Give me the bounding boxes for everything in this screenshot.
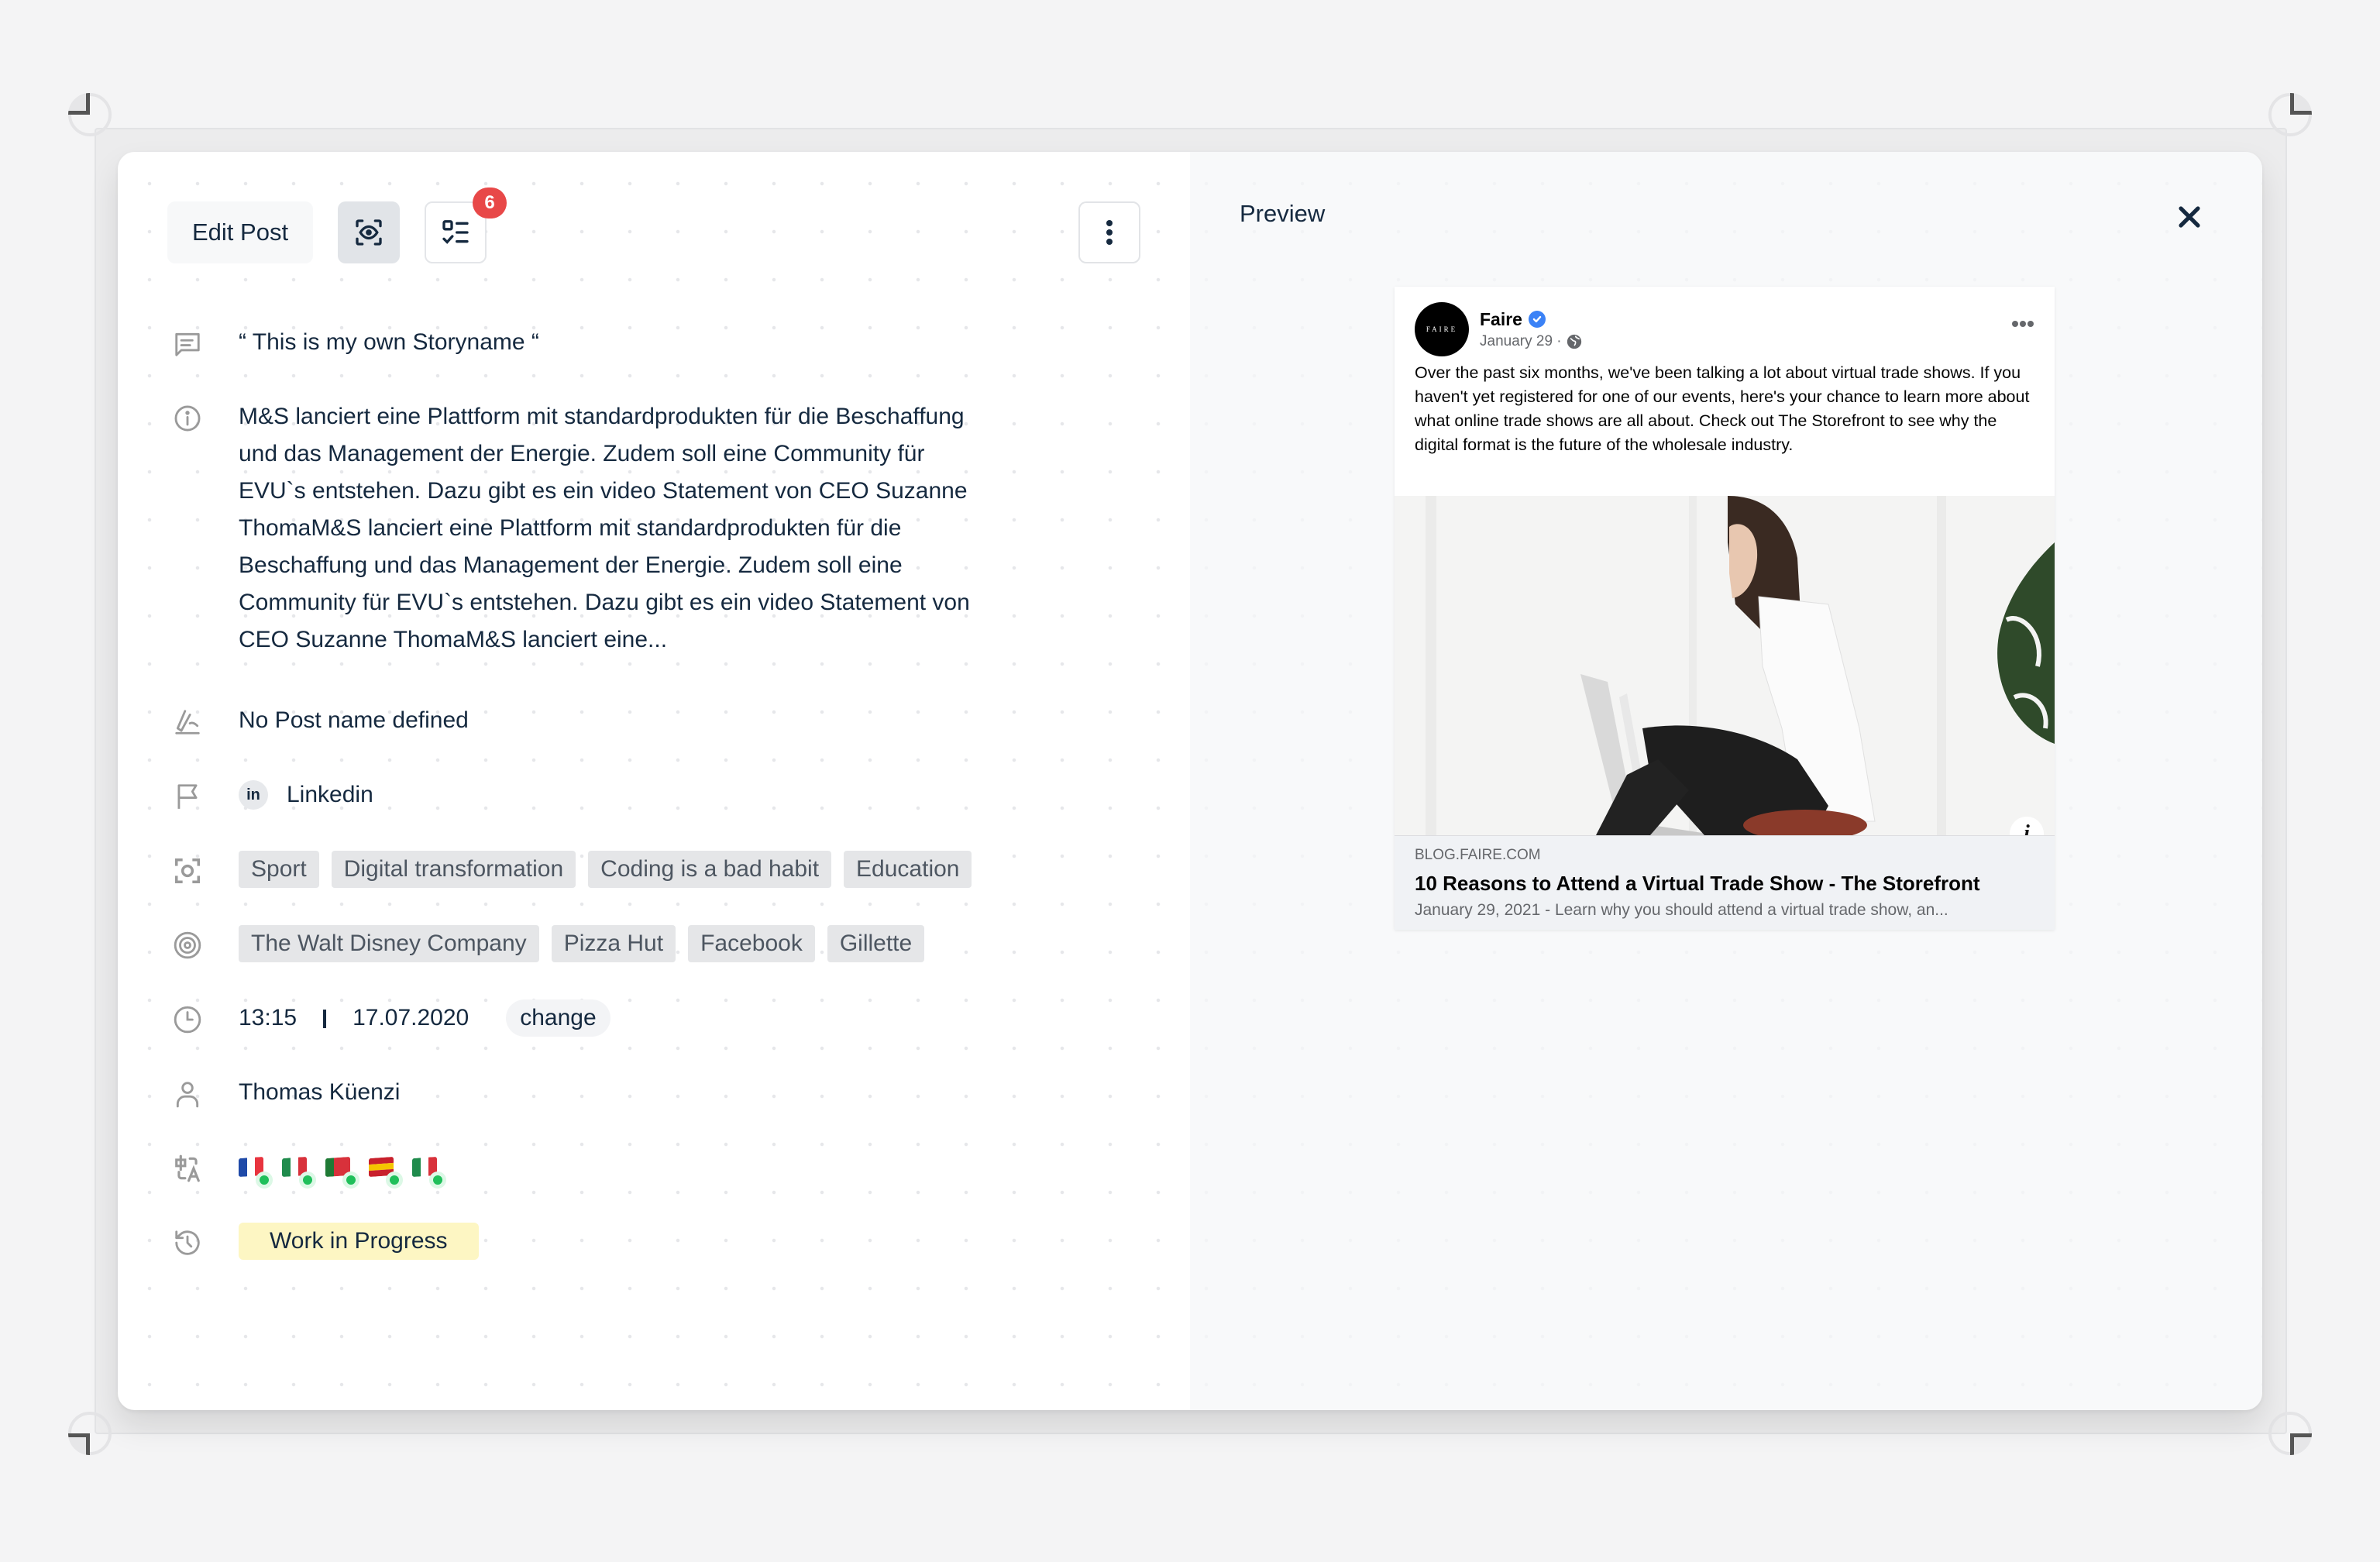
target-tags: The Walt Disney Company Pizza Hut Facebo…: [239, 925, 937, 962]
post-description: M&S lanciert eine Plattform mit standard…: [239, 404, 970, 652]
status-dot-icon: [256, 1172, 273, 1189]
globe-icon: [1567, 334, 1581, 349]
target-tag[interactable]: Pizza Hut: [551, 925, 676, 962]
focus-icon: [167, 851, 208, 891]
languages-row: [167, 1148, 456, 1189]
schedule-time: 13:15: [239, 1005, 298, 1030]
close-button[interactable]: [2172, 200, 2206, 234]
author-name: Thomas Küenzi: [239, 1079, 401, 1105]
description-row: M&S lanciert eine Plattform mit standard…: [167, 398, 982, 659]
language-flag-fr[interactable]: [239, 1156, 273, 1189]
author-row: Thomas Küenzi: [167, 1074, 400, 1114]
preview-pane: Preview FAIRE Faire January 29 · Over th…: [1190, 152, 2262, 1410]
target-icon: [167, 925, 208, 965]
horizontal-dots-icon: [2012, 321, 2034, 327]
post-name: No Post name defined: [239, 707, 469, 733]
topic-tags: Sport Digital transformation Coding is a…: [239, 851, 984, 888]
status-dot-icon: [299, 1172, 316, 1189]
woman-with-laptop-image: [1395, 496, 2055, 835]
facebook-post-preview: FAIRE Faire January 29 · Over the past s…: [1395, 287, 2055, 930]
status-row: Work in Progress: [167, 1223, 479, 1263]
checklist-count-badge: 6: [473, 188, 507, 218]
resize-handle-bottom-right[interactable]: [2268, 1412, 2312, 1455]
targets-row: The Walt Disney Company Pizza Hut Facebo…: [167, 925, 937, 965]
link-title: 10 Reasons to Attend a Virtual Trade Sho…: [1415, 872, 1980, 895]
close-icon: [2179, 206, 2200, 228]
post-options-button[interactable]: [2011, 318, 2034, 332]
history-icon: [167, 1223, 208, 1263]
story-name: “ This is my own Storyname “: [239, 329, 539, 355]
separator: [323, 1010, 327, 1029]
toolbar: Edit Post 6: [167, 188, 507, 263]
post-image: [1395, 496, 2055, 835]
checklist-button[interactable]: 6: [425, 188, 507, 263]
page-name-text: Faire: [1480, 308, 1522, 329]
status-dot-icon: [342, 1172, 359, 1189]
topic-tag[interactable]: Sport: [239, 851, 319, 888]
target-tag[interactable]: Facebook: [688, 925, 815, 962]
clock-icon: [167, 999, 208, 1040]
topic-tag[interactable]: Education: [844, 851, 972, 888]
preview-toggle-button[interactable]: [338, 201, 401, 263]
post-text: Over the past six months, we've been tal…: [1415, 363, 2030, 454]
edit-post-button[interactable]: Edit Post: [167, 201, 314, 263]
story-name-row: “ This is my own Storyname “: [167, 324, 539, 364]
post-header: FAIRE Faire January 29 ·: [1415, 302, 1582, 356]
resize-handle-bottom-left[interactable]: [68, 1412, 112, 1455]
link-description: January 29, 2021 - Learn why you should …: [1415, 901, 1948, 919]
post-name-row: No Post name defined: [167, 702, 469, 742]
status-dot-icon: [429, 1172, 446, 1189]
target-tag[interactable]: Gillette: [827, 925, 925, 962]
status-badge[interactable]: Work in Progress: [239, 1223, 479, 1260]
language-flag-it[interactable]: [412, 1156, 446, 1189]
link-domain: BLOG.FAIRE.COM: [1415, 847, 1541, 863]
eye-scan-icon: [356, 219, 382, 246]
verified-icon: [1528, 311, 1546, 328]
page-name: Faire: [1480, 309, 1582, 330]
schedule-date: 17.07.2020: [353, 1005, 469, 1030]
schedule-value: 13:15 17.07.2020 change: [239, 999, 610, 1037]
user-icon: [167, 1074, 208, 1114]
topic-tag[interactable]: Digital transformation: [331, 851, 576, 888]
target-tag[interactable]: The Walt Disney Company: [239, 925, 539, 962]
channel-name: Linkedin: [287, 782, 373, 807]
linkedin-icon: in: [239, 780, 268, 810]
change-schedule-button[interactable]: change: [506, 999, 610, 1037]
flag-icon: [167, 776, 208, 817]
resize-handle-top-left[interactable]: [68, 93, 112, 136]
topic-tag[interactable]: Coding is a bad habit: [588, 851, 832, 888]
page-avatar: FAIRE: [1415, 302, 1469, 356]
language-flag-it[interactable]: [282, 1156, 316, 1189]
vertical-dots-icon: [1106, 220, 1113, 245]
channel-row: in Linkedin: [167, 776, 373, 817]
language-flags: [239, 1148, 456, 1189]
language-flag-pt[interactable]: [325, 1156, 359, 1189]
preview-title: Preview: [1240, 200, 1326, 227]
comment-icon: [167, 324, 208, 364]
topics-row: Sport Digital transformation Coding is a…: [167, 851, 984, 891]
more-options-button[interactable]: [1078, 201, 1140, 263]
language-flag-es[interactable]: [369, 1156, 403, 1189]
post-date: January 29 ·: [1480, 333, 1582, 350]
checklist-icon: [442, 220, 469, 244]
post-details-pane: Edit Post 6 “ This is my own Storyname “…: [118, 152, 1190, 1410]
schedule-row: 13:15 17.07.2020 change: [167, 999, 610, 1040]
post-detail-card: Edit Post 6 “ This is my own Storyname “…: [118, 152, 2262, 1410]
status-dot-icon: [386, 1172, 403, 1189]
post-date-text: January 29 ·: [1480, 332, 1562, 349]
resize-handle-top-right[interactable]: [2268, 93, 2312, 136]
translate-icon: [167, 1148, 208, 1189]
info-icon: [167, 398, 208, 439]
link-preview[interactable]: BLOG.FAIRE.COM 10 Reasons to Attend a Vi…: [1395, 835, 2055, 930]
signature-pen-icon: [167, 702, 208, 742]
